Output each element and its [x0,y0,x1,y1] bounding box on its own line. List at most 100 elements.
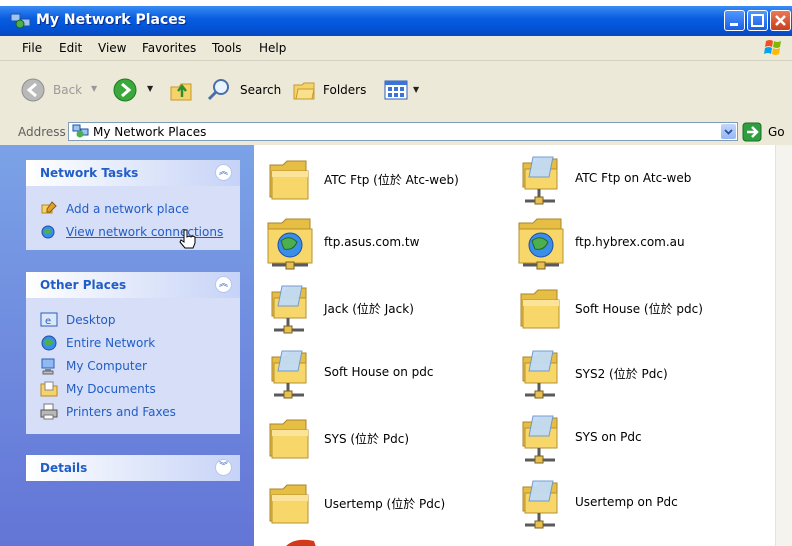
search-icon [207,79,229,101]
title-bar[interactable]: My Network Places [0,6,792,36]
network-place-label: ftp.asus.com.tw [324,235,420,249]
up-folder-icon[interactable] [168,77,194,103]
network-places-icon [10,13,31,29]
address-value: My Network Places [93,125,207,139]
menu-edit[interactable]: Edit [59,41,82,55]
folders-button[interactable]: Folders [292,77,372,103]
menu-favorites[interactable]: Favorites [142,41,196,55]
minimize-button[interactable] [724,10,745,31]
other-places-header[interactable]: Other Places ︽ [26,272,240,298]
task-pane: Network Tasks ︽ Add a network place View… [0,145,254,546]
back-button[interactable]: Back ▼ [20,77,100,103]
views-icon [384,80,408,100]
network-place-item[interactable]: ATC Ftp (位於 Atc-web) [264,153,504,209]
network-place-item[interactable]: SYS (位於 Pdc) [264,412,504,468]
network-tasks-panel: Network Tasks ︽ Add a network place View… [26,160,240,250]
address-dropdown-button[interactable] [721,124,736,139]
network-place-item[interactable]: SYS on Pdc [515,412,755,468]
chevron-down-icon [724,129,733,135]
my-computer-icon [41,358,55,375]
network-place-label: Usertemp on Pdc [575,495,678,509]
network-place-item[interactable]: Soft House (位於 pdc) [515,282,755,338]
network-place-label: SYS (位於 Pdc) [324,432,410,446]
explorer-window: My Network Places File Edit View Favorit… [0,6,792,546]
go-button[interactable]: Go [742,122,790,142]
add-network-place-icon [41,201,57,214]
partial-item-icon [286,539,316,546]
vertical-scrollbar[interactable] [775,145,792,546]
network-place-label: SYS on Pdc [575,430,642,444]
go-label: Go [768,125,785,139]
search-button[interactable]: Search [206,77,286,103]
windows-logo-icon [764,40,781,55]
place-label: Entire Network [66,336,156,350]
network-place-item[interactable]: Usertemp on Pdc [515,477,755,533]
my-documents-icon [40,381,58,397]
toolbar: Back ▼ ▼ Search Folders ▼ [0,61,792,120]
entire-network-icon [41,335,57,351]
forward-arrow-icon [113,78,137,102]
printers-icon [40,403,58,420]
network-place-item[interactable]: Jack (位於 Jack) [264,282,504,338]
back-dropdown-icon: ▼ [91,84,98,93]
views-button[interactable]: ▼ [383,78,425,102]
network-place-label: ftp.hybrex.com.au [575,235,685,249]
minimize-icon [730,23,738,26]
network-place-label: Jack (位於 Jack) [324,302,414,316]
menu-help[interactable]: Help [259,41,286,55]
back-arrow-icon [21,78,45,102]
network-place-item[interactable]: Soft House on pdc [264,347,504,403]
maximize-icon [751,14,764,27]
network-place-label: Soft House on pdc [324,365,434,379]
network-place-item[interactable]: ATC Ftp on Atc-web [515,153,755,209]
network-place-item[interactable]: Usertemp (位於 Pdc) [264,477,504,533]
network-place-item[interactable]: SYS2 (位於 Pdc) [515,347,755,403]
forward-button[interactable]: ▼ [112,77,157,103]
file-view: ATC Ftp (位於 Atc-web) ATC Ftp on Atc-web … [254,145,792,546]
task-label: Add a network place [66,202,190,216]
folders-label: Folders [323,83,367,97]
details-panel: Details ︾ [26,455,240,481]
expand-icon[interactable]: ︾ [215,459,232,476]
network-place-item[interactable]: ftp.asus.com.tw [264,217,504,273]
go-arrow-icon [742,122,762,142]
network-place-item[interactable]: ftp.hybrex.com.au [515,217,755,273]
task-label: View network connections [66,225,224,239]
close-icon [775,15,786,26]
place-label: Printers and Faxes [66,405,176,419]
details-title: Details [40,461,88,475]
network-tasks-header[interactable]: Network Tasks ︽ [26,160,240,186]
address-bar: Address My Network Places Go [0,119,792,146]
other-places-panel: Other Places ︽ e Desktop Entire Network [26,272,240,434]
back-label: Back [53,83,83,97]
svg-text:e: e [45,316,51,327]
window-title: My Network Places [36,12,187,28]
desktop-icon: e [40,312,58,327]
maximize-button[interactable] [747,10,768,31]
menu-file[interactable]: File [22,41,42,55]
close-button[interactable] [770,10,791,31]
menu-bar: File Edit View Favorites Tools Help [0,36,792,61]
address-label: Address [18,125,66,139]
place-label: My Computer [66,359,147,373]
network-place-label: Usertemp (位於 Pdc) [324,497,446,511]
network-place-label: Soft House (位於 pdc) [575,302,703,316]
forward-dropdown-icon: ▼ [147,84,154,93]
network-connections-icon [41,225,55,239]
place-label: Desktop [66,313,116,327]
collapse-icon[interactable]: ︽ [215,164,232,181]
search-label: Search [240,83,282,97]
network-place-label: ATC Ftp on Atc-web [575,171,692,185]
hand-cursor-icon [179,229,196,249]
views-dropdown-icon: ▼ [413,85,420,94]
folders-icon [293,82,315,100]
details-header[interactable]: Details ︾ [26,455,240,481]
network-place-label: SYS2 (位於 Pdc) [575,367,668,381]
menu-view[interactable]: View [98,41,126,55]
network-tasks-title: Network Tasks [40,166,139,180]
network-place-label: ATC Ftp (位於 Atc-web) [324,173,459,187]
menu-tools[interactable]: Tools [212,41,242,55]
network-places-small-icon [72,124,89,138]
address-input[interactable]: My Network Places [68,122,738,141]
collapse-icon[interactable]: ︽ [215,276,232,293]
